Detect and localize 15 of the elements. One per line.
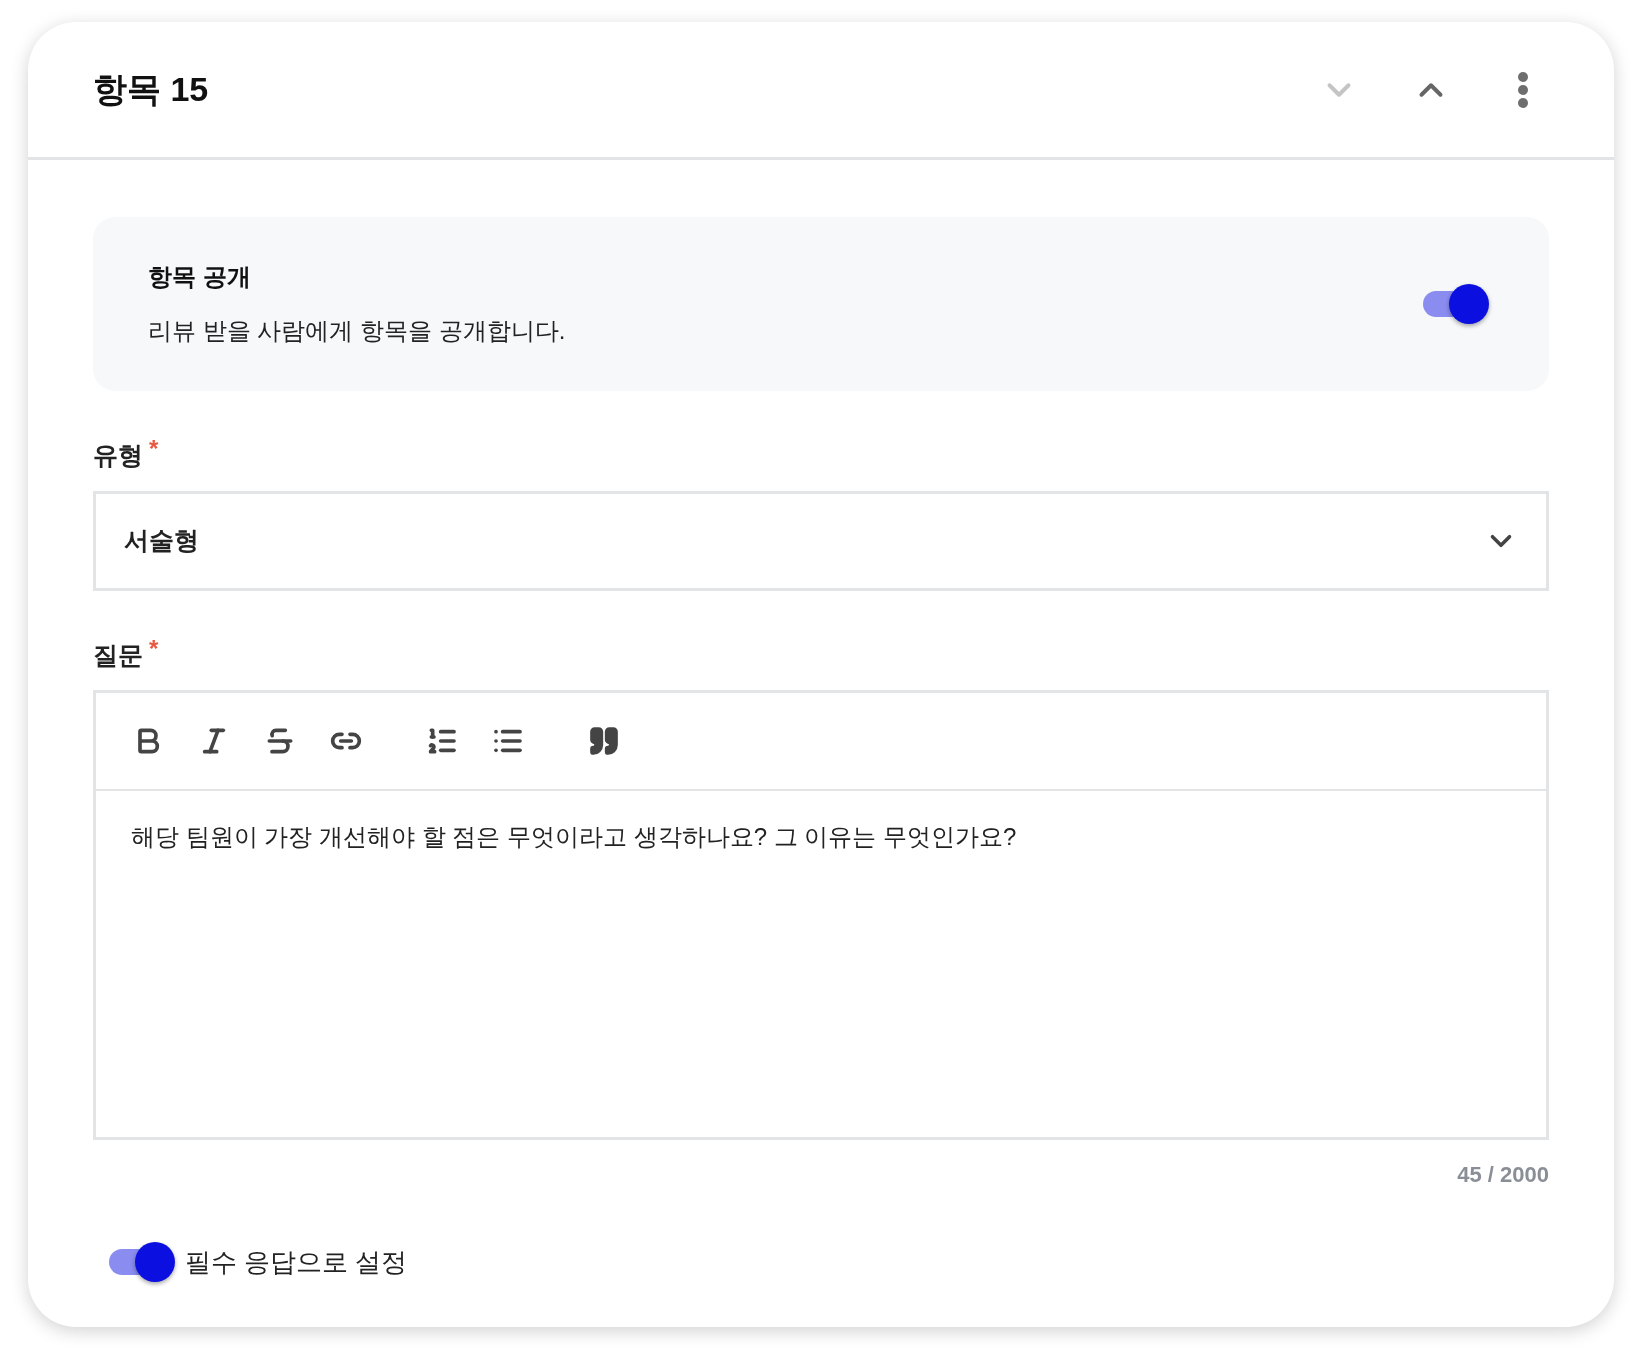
type-label: 유형 — [93, 440, 143, 471]
required-toggle[interactable] — [107, 1241, 175, 1283]
required-mark: * — [149, 437, 159, 461]
character-counter: 45 / 2000 — [1457, 1161, 1549, 1189]
question-label: 질문 — [93, 639, 143, 671]
visibility-toggle[interactable] — [1421, 283, 1489, 325]
vertical-dots-icon — [1518, 71, 1528, 108]
required-toggle-label: 필수 응답으로 설정 — [185, 1245, 408, 1279]
question-input[interactable]: 해당 팀원이 가장 개선해야 할 점은 무엇이라고 생각하나요? 그 이유는 무엇인가요? — [96, 791, 1546, 1137]
visibility-title: 항목 공개 — [148, 262, 252, 292]
item-title: 항목 15 — [93, 69, 209, 110]
visibility-description: 리뷰 받을 사람에게 항목을 공개합니다. — [148, 316, 566, 346]
required-mark: * — [149, 636, 159, 661]
type-select[interactable]: 서술형 — [93, 490, 1549, 591]
quote-icon — [588, 725, 620, 757]
